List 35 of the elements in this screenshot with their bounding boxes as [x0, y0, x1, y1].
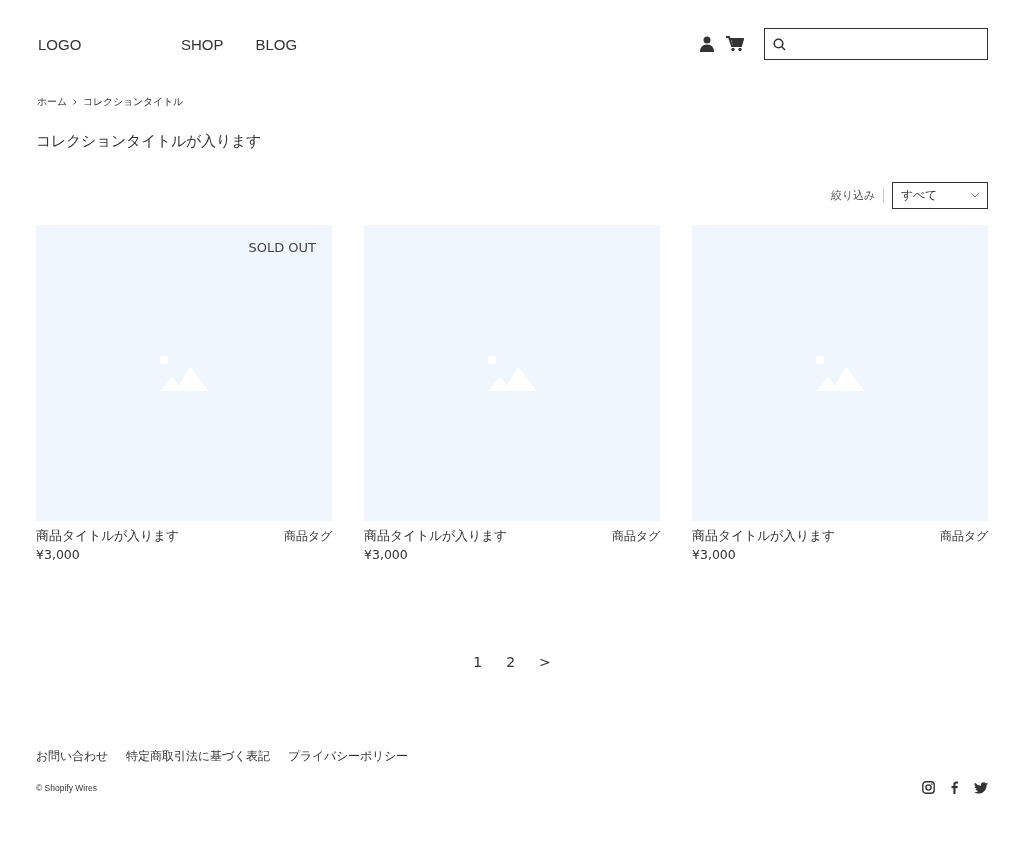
- page-link[interactable]: >: [537, 654, 553, 670]
- footer-link[interactable]: プライバシーポリシー: [288, 748, 408, 765]
- sold-out-label: SOLD OUT: [248, 240, 316, 255]
- chevron-down-icon: [971, 193, 979, 198]
- search-icon: [773, 37, 786, 51]
- instagram-icon[interactable]: [922, 781, 935, 794]
- chevron-icon: [73, 99, 77, 105]
- page-link[interactable]: 1: [471, 654, 485, 670]
- product-tag: 商品タグ: [284, 528, 332, 545]
- nav-link[interactable]: BLOG: [255, 35, 298, 53]
- nav-link[interactable]: SHOP: [181, 35, 224, 53]
- facebook-icon[interactable]: [951, 781, 958, 794]
- filter-dropdown[interactable]: すべて: [892, 182, 988, 209]
- footer-link[interactable]: お問い合わせ: [36, 748, 108, 765]
- page-link[interactable]: 2: [504, 654, 518, 670]
- product-price: ¥3,000: [364, 547, 409, 562]
- cart-icon[interactable]: [726, 36, 744, 52]
- collection-title: コレクションタイトルが入ります: [35, 131, 262, 152]
- account-icon[interactable]: [700, 36, 714, 52]
- copyright: © Shopify Wires: [36, 782, 98, 793]
- product-price: ¥3,000: [36, 547, 81, 562]
- twitter-icon[interactable]: [974, 781, 988, 794]
- breadcrumb-link[interactable]: ホーム: [37, 95, 67, 109]
- footer-link[interactable]: 特定商取引法に基づく表記: [126, 748, 270, 765]
- product-price: ¥3,000: [692, 547, 737, 562]
- logo[interactable]: LOGO: [38, 35, 181, 53]
- breadcrumb-link[interactable]: コレクションタイトル: [83, 95, 183, 109]
- filter-label: 絞り込み: [831, 188, 884, 203]
- product-tag: 商品タグ: [612, 528, 660, 545]
- product-title[interactable]: 商品タイトルが入ります: [364, 528, 507, 545]
- product-tag: 商品タグ: [940, 528, 988, 545]
- product-title[interactable]: 商品タイトルが入ります: [692, 528, 835, 545]
- product-title[interactable]: 商品タイトルが入ります: [36, 528, 179, 545]
- search-field[interactable]: [764, 28, 988, 60]
- product-image[interactable]: SOLD OUT: [36, 225, 332, 521]
